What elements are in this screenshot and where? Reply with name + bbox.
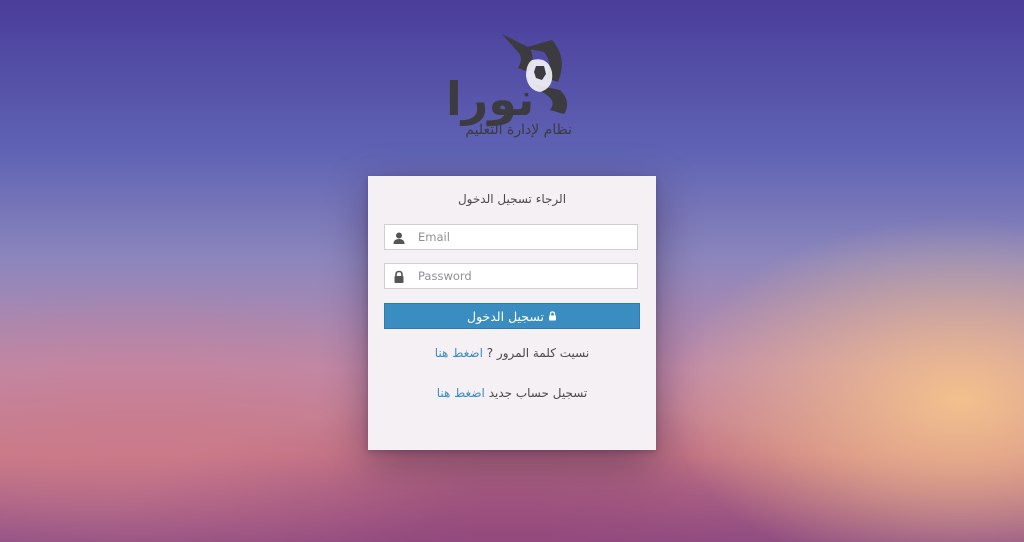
register-text: تسجيل حساب جديد bbox=[488, 386, 588, 400]
login-button[interactable]: تسجيل الدخول bbox=[384, 303, 640, 329]
register-line: تسجيل حساب جديد اضغط هنا bbox=[368, 386, 656, 400]
email-field[interactable] bbox=[384, 224, 638, 250]
login-title: الرجاء تسجيل الدخول bbox=[457, 192, 567, 206]
user-icon bbox=[393, 232, 405, 244]
logo-tagline: نظام لإدارة التعليم bbox=[465, 122, 572, 138]
lock-icon bbox=[549, 311, 557, 321]
forgot-password-link[interactable]: اضغط هنا bbox=[435, 346, 483, 360]
register-link[interactable]: اضغط هنا bbox=[437, 386, 485, 400]
forgot-password-line: نسيت كلمة المرور ? اضغط هنا bbox=[368, 346, 656, 360]
email-input[interactable] bbox=[418, 225, 633, 249]
logo-word: نورا bbox=[446, 72, 535, 126]
login-card: الرجاء تسجيل الدخول تسجيل الدخول نسيت كل… bbox=[368, 176, 656, 450]
lock-icon bbox=[394, 270, 404, 283]
logo: نورا نظام لإدارة التعليم bbox=[440, 30, 585, 145]
forgot-password-text: نسيت كلمة المرور ? bbox=[486, 346, 590, 360]
password-field[interactable] bbox=[384, 263, 638, 289]
login-button-label: تسجيل الدخول bbox=[466, 308, 545, 324]
password-input[interactable] bbox=[418, 264, 633, 288]
